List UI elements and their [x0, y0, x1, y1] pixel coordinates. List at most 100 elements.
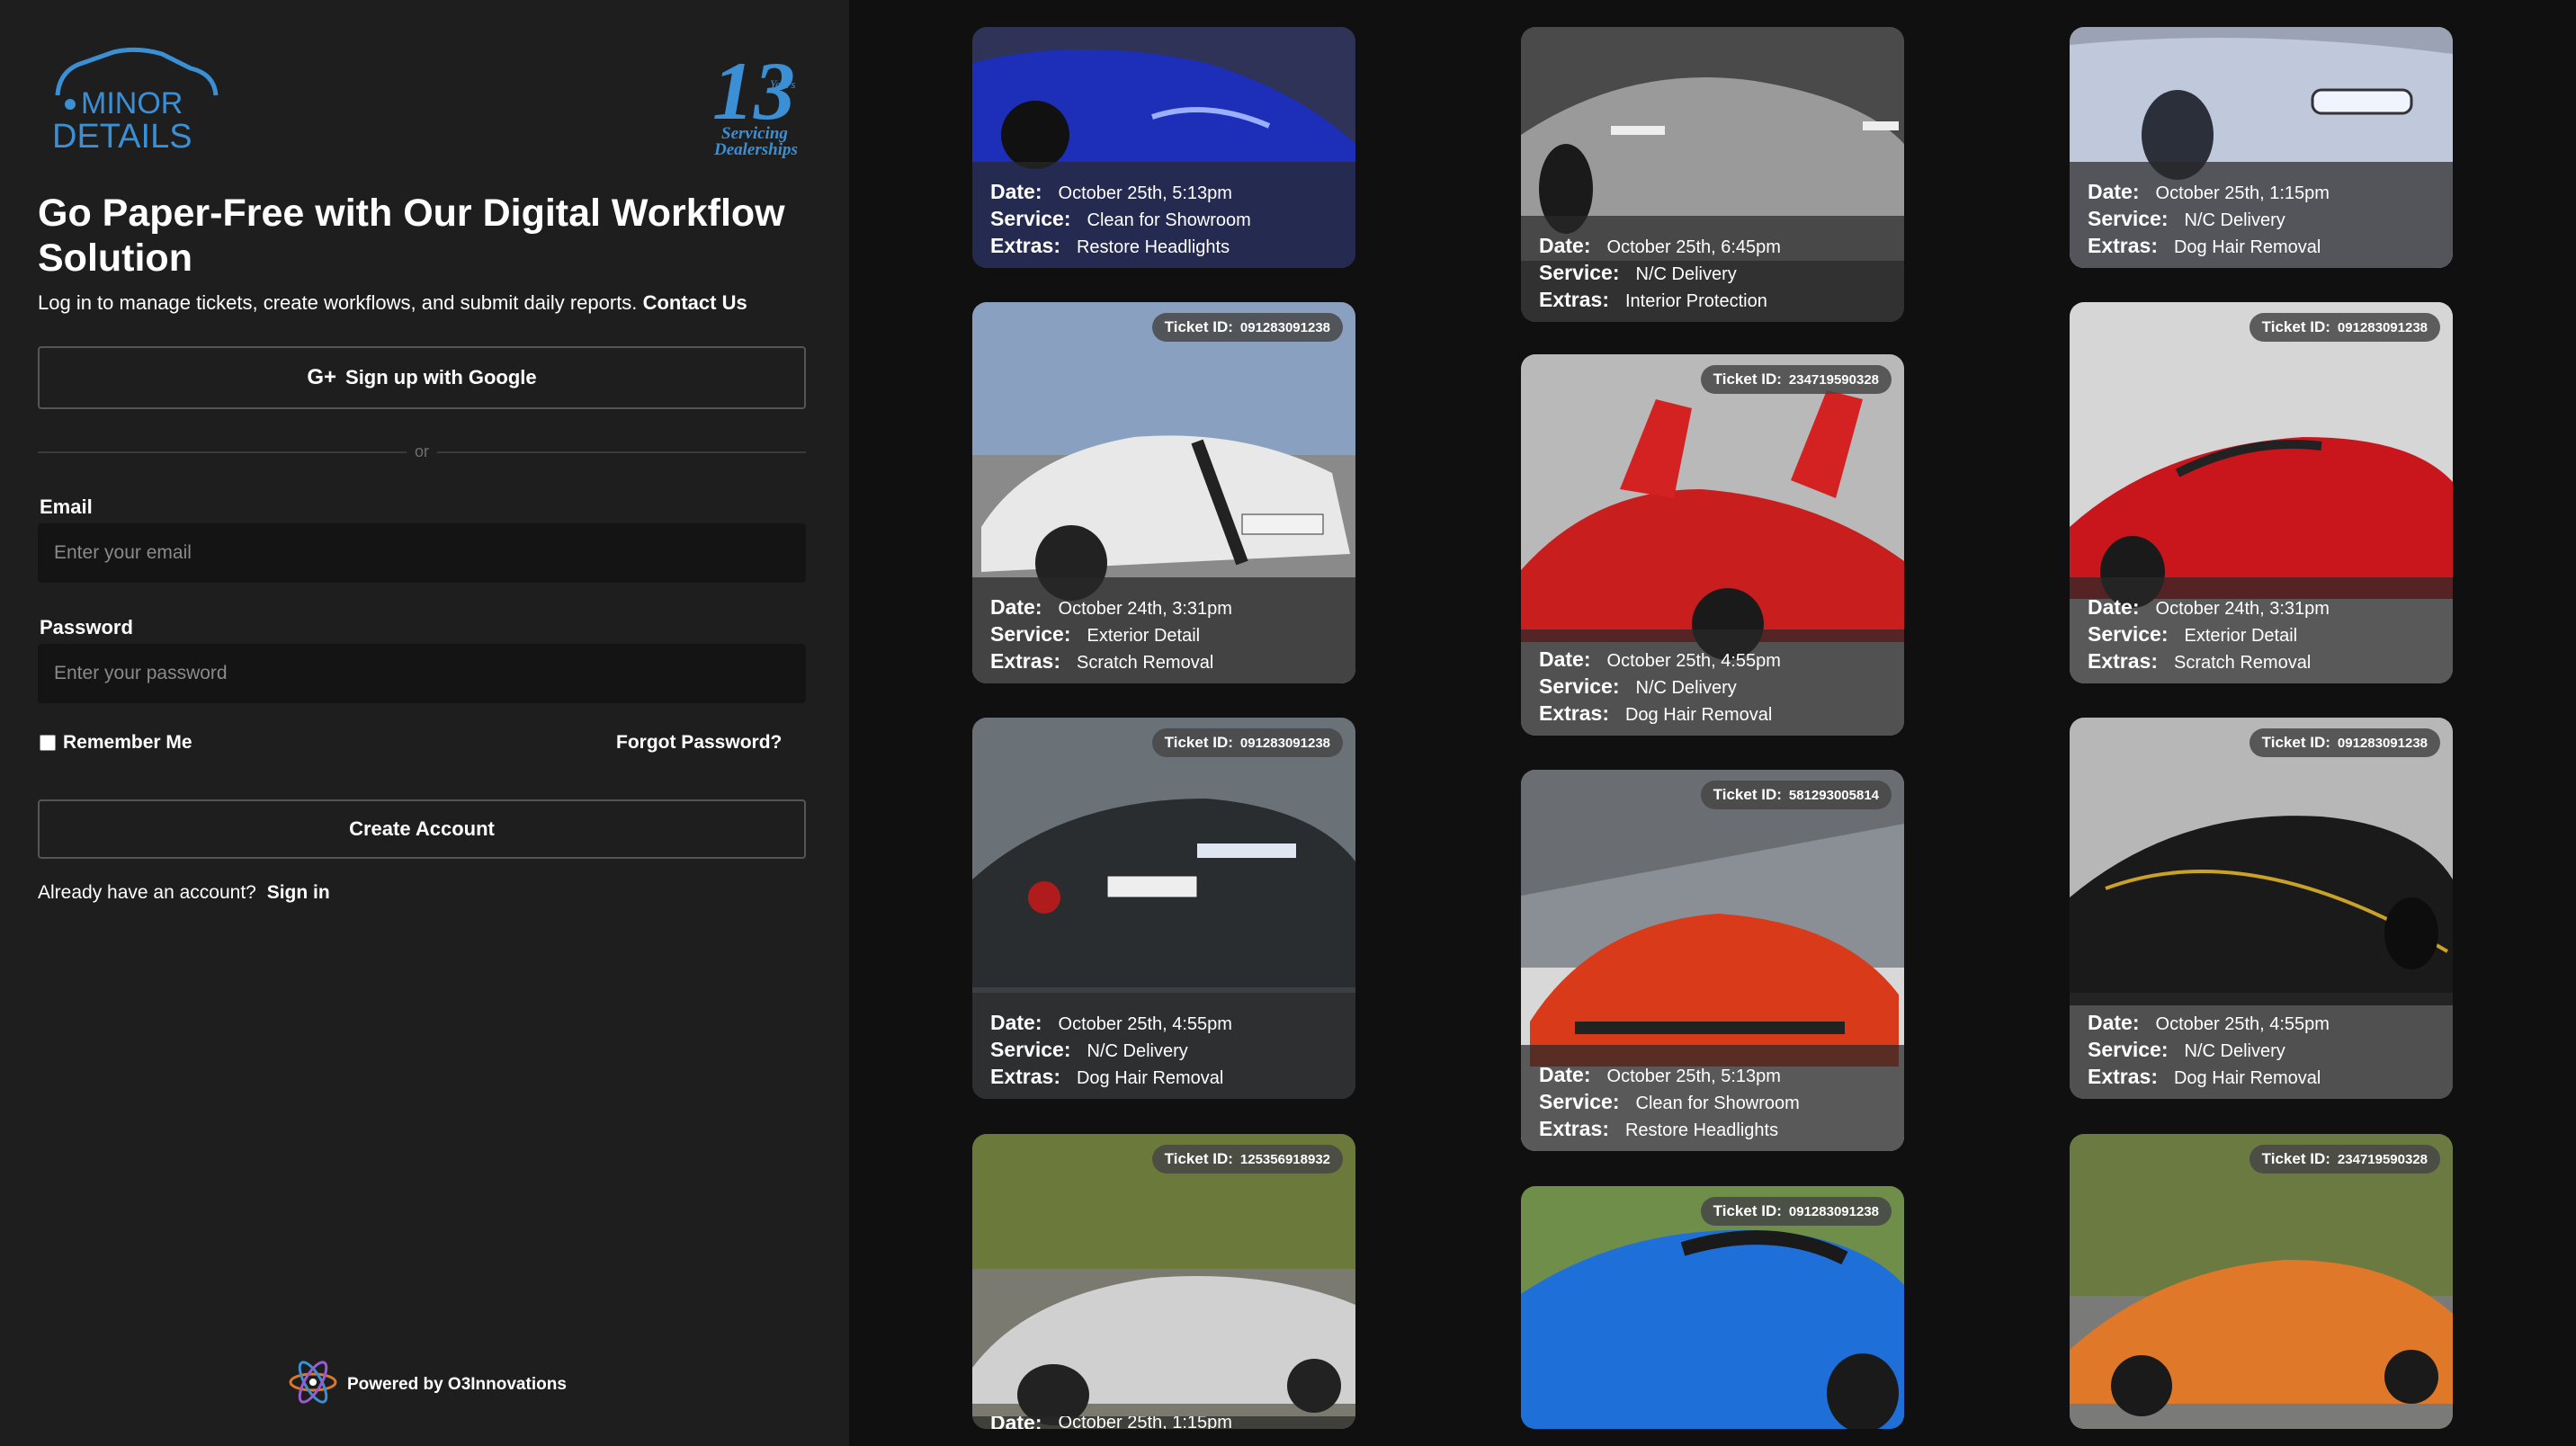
ticket-details: Date: October 25th, 5:13pm Service: Clean …	[1521, 1045, 1904, 1151]
ticket-details: Date: October 25th, 6:45pm Service: N/C De…	[1521, 216, 1904, 322]
ticket-extras: Scratch Removal	[1076, 653, 1214, 673]
remember-me-label: Remember Me	[63, 732, 192, 753]
ticket-date: October 25th, 4:55pm	[1058, 1014, 1232, 1034]
powered-by-text: Powered by O3Innovations	[347, 1375, 567, 1394]
ticket-card[interactable]: Ticket ID: 091283091238 Date: October 24th…	[972, 302, 1355, 683]
remember-me[interactable]: Remember Me	[40, 732, 192, 754]
login-panel: MINOR DETAILS 13 Years Servicing Dealers…	[0, 0, 849, 1446]
ticket-card[interactable]: Date: October 25th, 1:15pm Service: N/C De…	[2070, 27, 2453, 268]
ticket-service: N/C Delivery	[1087, 1041, 1188, 1061]
ticket-id: 581293005814	[1788, 787, 1879, 803]
service-label: Service:	[1539, 1090, 1620, 1113]
ticket-card[interactable]: Ticket ID: 125356918932 Date: October 25th…	[972, 1134, 1355, 1429]
ticket-card[interactable]: Date: October 25th, 6:45pm Service: N/C De…	[1521, 27, 1904, 322]
remember-me-checkbox[interactable]	[40, 735, 56, 751]
date-label: Date:	[1539, 1063, 1591, 1086]
ticket-id-badge: Ticket ID: 091283091238	[1151, 728, 1343, 757]
google-signup-button[interactable]: G+ Sign up with Google	[38, 346, 806, 409]
ticket-id: 234719590328	[1788, 371, 1879, 388]
ticket-service: N/C Delivery	[2184, 210, 2285, 230]
service-label: Service:	[2088, 622, 2169, 646]
ticket-id-badge: Ticket ID: 091283091238	[1151, 313, 1343, 342]
page: MINOR DETAILS 13 Years Servicing Dealers…	[0, 0, 2576, 1446]
date-label: Date:	[990, 1011, 1042, 1034]
ticket-id-label: Ticket ID:	[1713, 370, 1782, 388]
forgot-password-link[interactable]: Forgot Password?	[616, 732, 782, 754]
ticket-id-badge: Ticket ID: 125356918932	[1151, 1145, 1343, 1174]
date-label: Date:	[990, 1416, 1042, 1429]
minor-details-logo: MINOR DETAILS	[47, 43, 227, 160]
car-photo	[2070, 1134, 2453, 1429]
ticket-id: 091283091238	[2337, 319, 2428, 335]
email-field[interactable]	[38, 523, 806, 583]
extras-label: Extras:	[1539, 288, 1609, 311]
signin-prompt: Already have an account? Sign in	[38, 882, 330, 904]
powered-by: Powered by O3Innovations	[288, 1360, 567, 1410]
create-account-button[interactable]: Create Account	[38, 799, 806, 859]
date-label: Date:	[2088, 595, 2140, 619]
ticket-card[interactable]: Ticket ID: 581293005814 Date: October 25th…	[1521, 770, 1904, 1151]
ticket-card[interactable]: Ticket ID: 091283091238 Date: October 24th…	[2070, 302, 2453, 683]
ticket-extras: Interior Protection	[1624, 291, 1767, 311]
ticket-date: October 25th, 1:15pm	[2155, 183, 2330, 203]
extras-label: Extras:	[1539, 701, 1609, 725]
ticket-details: Date: October 25th, 1:15pm	[972, 1416, 1355, 1429]
service-label: Service:	[2088, 207, 2169, 230]
ticket-date: October 24th, 3:31pm	[2155, 599, 2330, 619]
ticket-service: Clean for Showroom	[1087, 210, 1251, 230]
ticket-id-label: Ticket ID:	[2261, 734, 2330, 751]
svg-text:Dealerships: Dealerships	[713, 140, 798, 159]
service-label: Service:	[1539, 674, 1620, 698]
google-signup-label: Sign up with Google	[345, 366, 537, 388]
date-label: Date:	[2088, 1011, 2140, 1034]
ticket-gallery: Date: October 25th, 5:13pm Service: Clean …	[849, 0, 2576, 1446]
ticket-id: 091283091238	[1239, 319, 1330, 335]
ticket-id-label: Ticket ID:	[2261, 1150, 2330, 1167]
intro-description: Log in to manage tickets, create workflo…	[38, 291, 638, 314]
ticket-card[interactable]: Ticket ID: 091283091238 Date: October 25th…	[972, 718, 1355, 1099]
ticket-extras: Dog Hair Removal	[2173, 1068, 2321, 1088]
sign-in-link[interactable]: Sign in	[267, 882, 330, 903]
ticket-extras: Restore Headlights	[1076, 237, 1230, 257]
ticket-id-badge: Ticket ID: 581293005814	[1700, 781, 1892, 809]
ticket-details: Date: October 25th, 4:55pm Service: N/C De…	[1521, 629, 1904, 736]
ticket-date: October 25th, 5:13pm	[1058, 183, 1232, 203]
extras-label: Extras:	[2088, 234, 2158, 257]
password-field[interactable]	[38, 644, 806, 703]
service-label: Service:	[990, 622, 1071, 646]
ticket-details: Date: October 25th, 4:55pm Service: N/C De…	[2070, 993, 2453, 1099]
ticket-date: October 25th, 4:55pm	[2155, 1014, 2330, 1034]
ticket-details: Date: October 25th, 5:13pm Service: Clean …	[972, 162, 1355, 268]
ticket-details: Date: October 24th, 3:31pm Service: Exteri…	[2070, 577, 2453, 683]
ticket-id-badge: Ticket ID: 234719590328	[1700, 365, 1892, 394]
date-label: Date:	[1539, 647, 1591, 671]
ticket-id-label: Ticket ID:	[2261, 318, 2330, 335]
ticket-card[interactable]: Date: October 25th, 5:13pm Service: Clean …	[972, 27, 1355, 268]
divider-line-right	[437, 451, 806, 453]
ticket-id-badge: Ticket ID: 091283091238	[2249, 313, 2440, 342]
ticket-id-label: Ticket ID:	[1713, 1202, 1782, 1219]
email-label: Email	[40, 495, 93, 518]
ticket-card[interactable]: Ticket ID: 234719590328 Date: October 25th…	[1521, 354, 1904, 736]
ticket-card[interactable]: Ticket ID: 234719590328	[2070, 1134, 2453, 1429]
ticket-id-label: Ticket ID:	[1164, 734, 1233, 751]
date-label: Date:	[990, 180, 1042, 203]
ticket-card[interactable]: Ticket ID: 091283091238	[1521, 1186, 1904, 1429]
already-text: Already have an account?	[38, 882, 256, 903]
extras-label: Extras:	[2088, 649, 2158, 673]
ticket-details: Date: October 24th, 3:31pm Service: Exteri…	[972, 577, 1355, 683]
extras-label: Extras:	[990, 1065, 1060, 1088]
years-badge: 13 Years Servicing Dealerships	[702, 45, 809, 162]
ticket-card[interactable]: Ticket ID: 091283091238 Date: October 25th…	[2070, 718, 2453, 1099]
contact-us-link[interactable]: Contact Us	[643, 291, 747, 314]
service-label: Service:	[2088, 1038, 2169, 1061]
svg-text:MINOR: MINOR	[81, 86, 183, 120]
ticket-service: Clean for Showroom	[1635, 1093, 1800, 1113]
car-photo	[972, 1134, 1355, 1429]
password-label: Password	[40, 616, 133, 638]
ticket-service: N/C Delivery	[2184, 1041, 2285, 1061]
ticket-id-badge: Ticket ID: 091283091238	[2249, 728, 2440, 757]
ticket-id-label: Ticket ID:	[1164, 1150, 1233, 1167]
ticket-extras: Dog Hair Removal	[2173, 237, 2321, 257]
extras-label: Extras:	[1539, 1117, 1609, 1140]
